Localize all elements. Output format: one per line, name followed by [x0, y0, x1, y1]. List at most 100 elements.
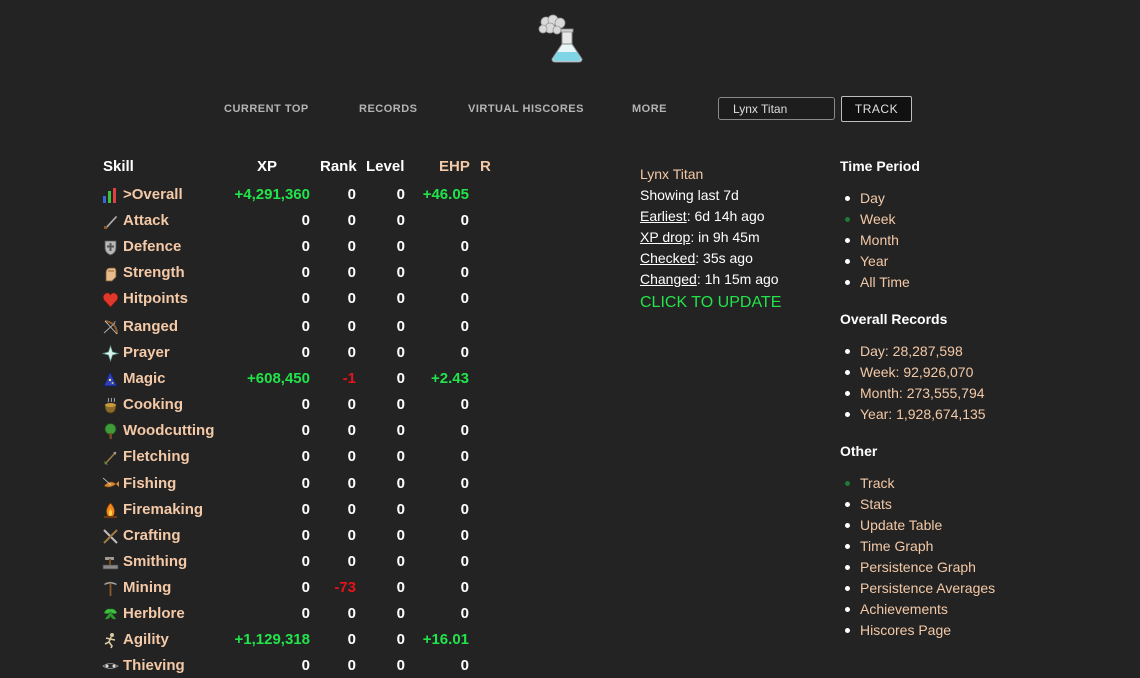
other-link-label[interactable]: Achievements: [860, 601, 948, 617]
header-ehp[interactable]: EHP: [439, 158, 470, 175]
other-link-item[interactable]: Persistence Averages: [840, 578, 1100, 599]
header-skill[interactable]: Skill: [103, 158, 134, 175]
skill-name-link[interactable]: Thieving: [123, 657, 185, 674]
top-nav: CURRENT TOP RECORDS VIRTUAL HISCORES MOR…: [0, 103, 1140, 123]
other-link-item[interactable]: Track: [840, 473, 1100, 494]
time-period-item[interactable]: Week: [840, 209, 1100, 230]
ehp-cell: 0: [460, 318, 469, 335]
rank-cell: 0: [347, 238, 356, 255]
header-r[interactable]: R: [480, 158, 491, 175]
skill-name-link[interactable]: Woodcutting: [123, 422, 214, 439]
other-link-item[interactable]: Achievements: [840, 599, 1100, 620]
track-button[interactable]: TRACK: [841, 96, 912, 122]
time-period-label[interactable]: Week: [860, 211, 896, 227]
rank-cell: 0: [347, 448, 356, 465]
skill-name-link[interactable]: Fishing: [123, 475, 176, 492]
time-period-item[interactable]: Day: [840, 188, 1100, 209]
other-link-label[interactable]: Stats: [860, 496, 892, 512]
skill-name-link[interactable]: Crafting: [123, 527, 181, 544]
time-period-item[interactable]: Year: [840, 251, 1100, 272]
bullet-icon: [845, 628, 850, 633]
skill-name-link[interactable]: Attack: [123, 212, 169, 229]
xp-cell: 0: [301, 553, 310, 570]
xp-cell: 0: [301, 212, 310, 229]
defence-icon: [104, 240, 117, 256]
header-rank[interactable]: Rank: [320, 158, 357, 175]
other-link-label[interactable]: Hiscores Page: [860, 622, 951, 638]
time-period-item[interactable]: All Time: [840, 272, 1100, 293]
other-link-label[interactable]: Track: [860, 475, 894, 491]
time-period-label[interactable]: All Time: [860, 274, 910, 290]
ehp-cell: 0: [460, 475, 469, 492]
table-row: Ranged 0 0 0 0: [102, 315, 502, 341]
rank-cell: 0: [347, 553, 356, 570]
skill-name-link[interactable]: Magic: [123, 370, 166, 387]
header-level[interactable]: Level: [366, 158, 404, 175]
xpdrop-value: : in 9h 45m: [690, 229, 760, 245]
table-row: Attack 0 0 0 0: [102, 209, 502, 235]
skill-name-link[interactable]: Strength: [123, 264, 185, 281]
skill-name-link[interactable]: Fletching: [123, 448, 190, 465]
level-cell: 0: [396, 212, 405, 229]
bullet-icon: [845, 370, 850, 375]
skill-name-link[interactable]: Prayer: [123, 344, 170, 361]
player-search-input[interactable]: [718, 97, 835, 120]
ehp-cell: 0: [460, 344, 469, 361]
bullet-icon: [845, 217, 850, 222]
rank-cell: 0: [347, 422, 356, 439]
overall-record-label: Week: 92,926,070: [860, 364, 974, 380]
bullet-icon: [845, 586, 850, 591]
other-link-item[interactable]: Stats: [840, 494, 1100, 515]
checked-value: : 35s ago: [695, 250, 753, 266]
nav-virtual-hiscores[interactable]: VIRTUAL HISCORES: [468, 103, 584, 115]
time-period-label[interactable]: Day: [860, 190, 885, 206]
click-to-update-link[interactable]: CLICK TO UPDATE: [640, 292, 781, 313]
skill-name-link[interactable]: Smithing: [123, 553, 187, 570]
other-link-item[interactable]: Persistence Graph: [840, 557, 1100, 578]
skill-name-link[interactable]: Ranged: [123, 318, 178, 335]
xp-cell: 0: [301, 448, 310, 465]
other-link-item[interactable]: Time Graph: [840, 536, 1100, 557]
time-period-label[interactable]: Year: [860, 253, 888, 269]
other-link-label[interactable]: Update Table: [860, 517, 942, 533]
skill-name-link[interactable]: Mining: [123, 579, 171, 596]
level-cell: 0: [396, 290, 405, 307]
bullet-icon: [845, 523, 850, 528]
other-link-item[interactable]: Hiscores Page: [840, 620, 1100, 641]
level-cell: 0: [396, 238, 405, 255]
rank-cell: 0: [347, 501, 356, 518]
overall-record-item: Day: 28,287,598: [840, 341, 1100, 362]
site-logo[interactable]: [537, 14, 585, 64]
header-xp[interactable]: XP: [257, 158, 277, 175]
changed-label[interactable]: Changed: [640, 271, 697, 287]
skill-name-link[interactable]: Agility: [123, 631, 169, 648]
skill-name-link[interactable]: Defence: [123, 238, 181, 255]
other-link-item[interactable]: Update Table: [840, 515, 1100, 536]
ehp-cell: 0: [460, 290, 469, 307]
skill-name-link[interactable]: Firemaking: [123, 501, 203, 518]
skill-name-link[interactable]: Cooking: [123, 396, 183, 413]
skill-name-link[interactable]: Herblore: [123, 605, 185, 622]
xpdrop-label[interactable]: XP drop: [640, 229, 690, 245]
rank-cell: 0: [347, 186, 356, 203]
other-link-label[interactable]: Time Graph: [860, 538, 933, 554]
other-link-label[interactable]: Persistence Graph: [860, 559, 976, 575]
thieving-icon: [102, 663, 119, 669]
time-period-item[interactable]: Month: [840, 230, 1100, 251]
nav-more[interactable]: MORE: [632, 103, 667, 115]
checked-label[interactable]: Checked: [640, 250, 695, 266]
level-cell: 0: [396, 318, 405, 335]
fishing-icon: [102, 477, 119, 488]
earliest-label[interactable]: Earliest: [640, 208, 687, 224]
skill-name-link[interactable]: Hitpoints: [123, 290, 188, 307]
overall-record-item: Month: 273,555,794: [840, 383, 1100, 404]
time-period-label[interactable]: Month: [860, 232, 899, 248]
other-link-label[interactable]: Persistence Averages: [860, 580, 995, 596]
table-row: Hitpoints 0 0 0 0: [102, 287, 502, 313]
xp-cell: 0: [301, 422, 310, 439]
nav-records[interactable]: RECORDS: [359, 103, 418, 115]
skill-name-link[interactable]: >Overall: [123, 186, 183, 203]
ehp-cell: 0: [460, 579, 469, 596]
nav-current-top[interactable]: CURRENT TOP: [224, 103, 309, 115]
rank-cell: 0: [347, 318, 356, 335]
